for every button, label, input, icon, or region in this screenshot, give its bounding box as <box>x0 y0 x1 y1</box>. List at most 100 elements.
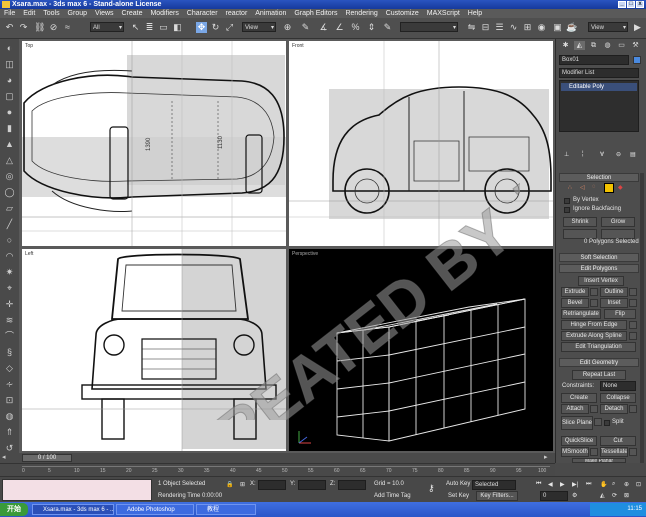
menu-maxscript[interactable]: MAXScript <box>427 10 460 17</box>
ring-button[interactable] <box>563 229 597 239</box>
snap-toggle-icon[interactable]: ∡ <box>318 22 329 33</box>
extrude-tool-icon[interactable]: ⇑ <box>4 427 15 438</box>
bind-space-warp-icon[interactable]: ≈ <box>62 22 73 33</box>
auto-key-button[interactable]: Auto Key <box>446 481 470 487</box>
menu-group[interactable]: Group <box>68 10 87 17</box>
extrude-spline-settings-icon[interactable] <box>629 332 637 340</box>
y-coord-field[interactable] <box>298 480 326 490</box>
add-time-tag-button[interactable]: Add Time Tag <box>374 493 411 499</box>
render-last-icon[interactable]: ▶ <box>632 22 643 33</box>
spinner-snap-icon[interactable]: ⇕ <box>366 22 377 33</box>
layer-manager-icon[interactable]: ☰ <box>494 22 505 33</box>
unlink-icon[interactable]: ⊘ <box>48 22 59 33</box>
smooth-icon[interactable]: ◕ <box>4 75 15 86</box>
select-object-icon[interactable]: ↖ <box>130 22 141 33</box>
attach-list-icon[interactable] <box>590 405 598 413</box>
render-type-dropdown[interactable]: View <box>588 22 628 33</box>
edit-triangulation-button[interactable]: Edit Triangulation <box>561 342 636 352</box>
absolute-mode-icon[interactable]: ⊞ <box>240 481 245 488</box>
arc-tool-icon[interactable]: ◠ <box>4 251 15 262</box>
percent-snap-icon[interactable]: % <box>350 22 361 33</box>
extrude-along-spline-button[interactable]: Extrude Along Spline <box>561 331 627 341</box>
align-icon[interactable]: ⊟ <box>480 22 491 33</box>
front-viewport[interactable]: Front <box>289 41 553 246</box>
pan-view-icon[interactable]: ✋ <box>600 481 607 488</box>
quick-render-icon[interactable]: ☕ <box>566 22 577 33</box>
hinge-from-edge-button[interactable]: Hinge From Edge <box>561 320 627 330</box>
left-viewport[interactable]: Left <box>22 249 286 451</box>
set-key-button[interactable]: Set Key <box>448 493 469 499</box>
flip-button[interactable]: Flip <box>604 309 636 319</box>
field-of-view-icon[interactable]: ◭ <box>600 492 605 499</box>
taper-tool-icon[interactable]: ◇ <box>4 363 15 374</box>
schematic-view-icon[interactable]: ⊞ <box>522 22 533 33</box>
menu-edit[interactable]: Edit <box>23 10 35 17</box>
line-tool-icon[interactable]: ╱ <box>4 219 15 230</box>
hierarchy-tab-icon[interactable]: ⧉ <box>588 41 599 50</box>
redo-icon[interactable]: ↷ <box>18 22 29 33</box>
wireframe-icon[interactable]: ◫ <box>4 59 15 70</box>
spacewarp-tool-icon[interactable]: ≋ <box>4 315 15 326</box>
play-icon[interactable]: ▶ <box>560 481 565 488</box>
maxscript-listener[interactable] <box>2 479 152 501</box>
minimize-button[interactable]: _ <box>618 1 626 8</box>
maximize-viewport-icon[interactable]: ⊠ <box>624 492 629 499</box>
zoom-extents-icon[interactable]: ⊡ <box>636 481 641 488</box>
edit-named-selection-icon[interactable]: ✎ <box>382 22 393 33</box>
modify-tab-icon[interactable]: ◭ <box>574 41 585 50</box>
border-mode-icon[interactable]: ◌ <box>592 184 596 190</box>
mirror-icon[interactable]: ⇋ <box>466 22 477 33</box>
make-planar-button[interactable]: Make Planar <box>572 458 626 463</box>
region-select-icon[interactable]: ▭ <box>158 22 169 33</box>
taskbar-item-folder[interactable]: 教程 <box>196 504 256 515</box>
twist-tool-icon[interactable]: § <box>4 347 15 358</box>
named-selection-dropdown[interactable] <box>400 22 458 33</box>
close-button[interactable]: x <box>636 1 644 8</box>
menu-create[interactable]: Create <box>121 10 142 17</box>
selection-rollout-header[interactable]: Selection <box>559 173 639 182</box>
extrude-button[interactable]: Extrude <box>561 287 589 297</box>
z-coord-field[interactable] <box>338 480 366 490</box>
menu-file[interactable]: File <box>4 10 15 17</box>
stack-item-editable-poly[interactable]: Editable Poly <box>561 83 637 91</box>
menu-graph-editors[interactable]: Graph Editors <box>294 10 337 17</box>
box-tool-icon[interactable]: ▢ <box>4 91 15 102</box>
scale-icon[interactable]: ⤢ <box>224 22 235 33</box>
camera-tool-icon[interactable]: ⌖ <box>4 283 15 294</box>
cylinder-tool-icon[interactable]: ▮ <box>4 123 15 134</box>
x-coord-field[interactable] <box>258 480 286 490</box>
show-end-result-icon[interactable]: ¦ <box>582 151 584 157</box>
zoom-icon[interactable]: ⌕ <box>612 481 615 488</box>
extrude-settings-icon[interactable] <box>590 288 598 296</box>
key-mode-dropdown[interactable]: Selected <box>472 480 516 490</box>
polygon-mode-icon[interactable] <box>604 183 614 193</box>
lock-selection-icon[interactable]: 🔒 <box>226 481 233 488</box>
grow-button[interactable]: Grow <box>601 217 635 227</box>
maximize-button[interactable]: □ <box>627 1 635 8</box>
quickslice-button[interactable]: QuickSlice <box>561 436 597 446</box>
collapse-button[interactable]: Collapse <box>600 393 636 403</box>
select-manipulate-icon[interactable]: ✎ <box>300 22 311 33</box>
menu-character[interactable]: Character <box>187 10 218 17</box>
pyramid-tool-icon[interactable]: △ <box>4 155 15 166</box>
orbit-icon[interactable]: ⟳ <box>612 492 617 499</box>
element-mode-icon[interactable]: ◆ <box>618 184 623 191</box>
torus-tool-icon[interactable]: ◎ <box>4 171 15 182</box>
previous-key-icon[interactable]: ◀ <box>548 481 553 488</box>
bevel-button[interactable]: Bevel <box>561 298 589 308</box>
insert-vertex-button[interactable]: Insert Vertex <box>578 276 624 286</box>
go-to-start-icon[interactable]: ⏮ <box>536 481 541 488</box>
loop-button[interactable] <box>601 229 635 239</box>
menu-rendering[interactable]: Rendering <box>345 10 377 17</box>
repeat-last-button[interactable]: Repeat Last <box>572 370 626 380</box>
detach-button[interactable]: Detach <box>600 404 628 414</box>
time-slider-track[interactable]: ◂ 0 / 100 ▸ <box>0 453 555 463</box>
attach-button[interactable]: Attach <box>561 404 589 414</box>
menu-tools[interactable]: Tools <box>43 10 59 17</box>
display-tab-icon[interactable]: ▭ <box>616 41 627 50</box>
bend-tool-icon[interactable]: ⌒ <box>4 331 15 342</box>
current-frame-field[interactable]: 0 <box>540 491 568 501</box>
slice-settings-icon[interactable] <box>594 418 602 426</box>
next-key-icon[interactable]: ▶| <box>572 481 578 488</box>
cut-button[interactable]: Cut <box>600 436 636 446</box>
